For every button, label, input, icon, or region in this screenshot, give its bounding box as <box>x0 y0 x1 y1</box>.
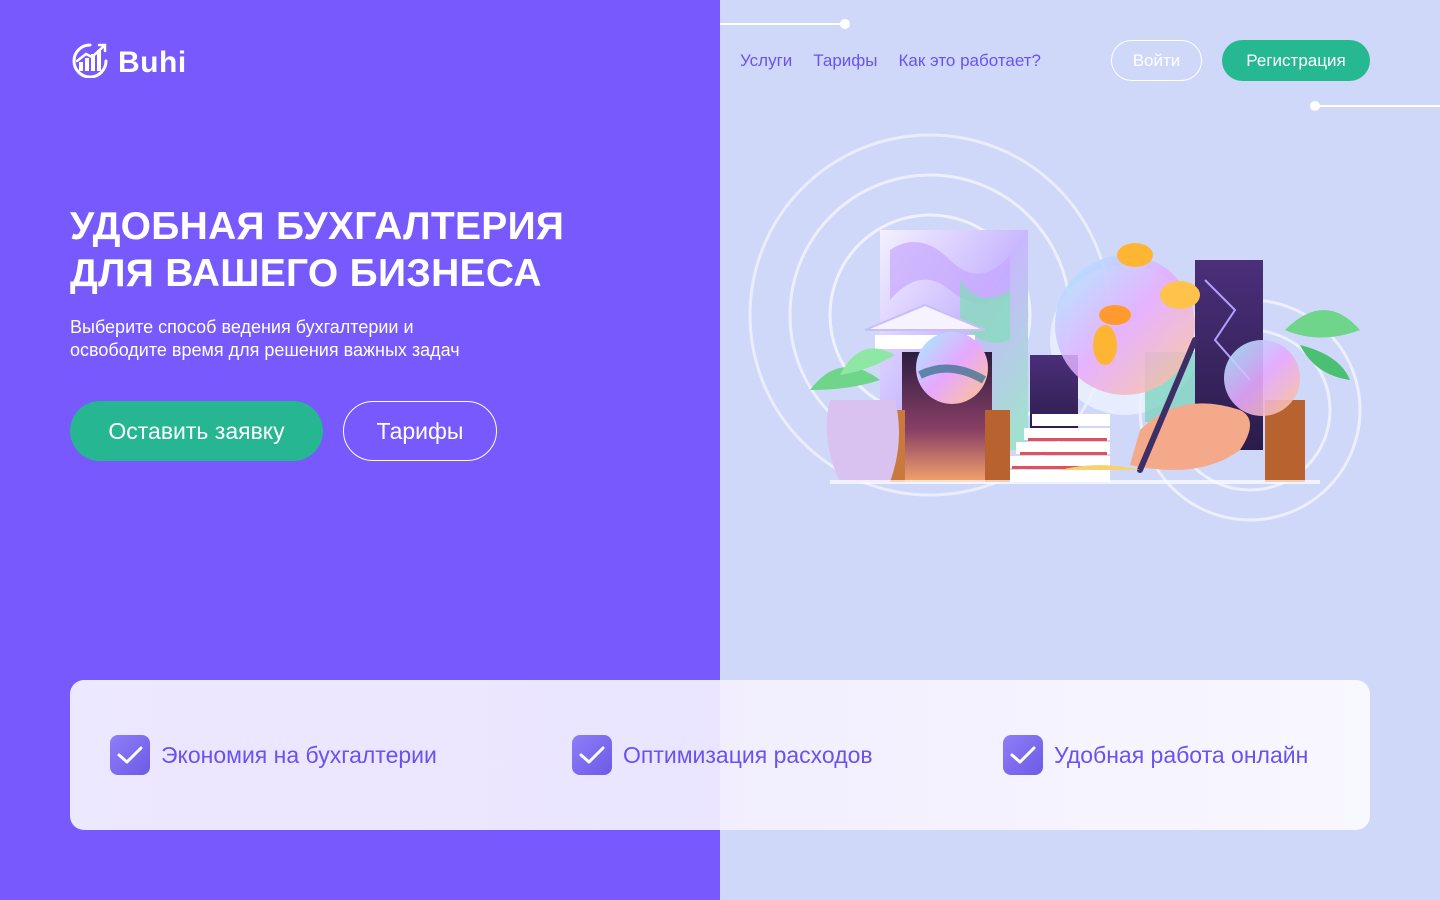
feature-item-cost-optimization: Оптимизация расходов <box>572 735 873 775</box>
tariffs-button[interactable]: Тарифы <box>343 401 497 461</box>
main-nav: Услуги Тарифы Как это работает? <box>740 50 1041 72</box>
feature-label: Экономия на бухгалтерии <box>161 741 437 768</box>
decor-dot-top <box>840 19 850 29</box>
feature-label: Оптимизация расходов <box>623 741 873 768</box>
chart-growth-icon <box>70 42 110 83</box>
feature-label: Удобная работа онлайн <box>1054 741 1309 768</box>
feature-item-online-work: Удобная работа онлайн <box>1003 735 1308 775</box>
checkbox-checked-icon <box>572 735 612 775</box>
hero-subtitle-line-1: Выберите способ ведения бухгалтерии и <box>70 317 414 337</box>
hero-illustration <box>740 130 1380 530</box>
brand-logo[interactable]: Buhi <box>70 42 187 83</box>
features-bar: Экономия на бухгалтерии Оптимизация расх… <box>70 680 1370 830</box>
checkbox-checked-icon <box>110 735 150 775</box>
hero-subtitle: Выберите способ ведения бухгалтерии и ос… <box>70 316 590 362</box>
hero-subtitle-line-2: освободите время для решения важных зада… <box>70 340 460 360</box>
decor-line-right <box>1315 105 1440 107</box>
hero-title-line-2: ДЛЯ ВАШЕГО БИЗНЕСА <box>70 252 542 295</box>
brand-name: Buhi <box>118 45 187 79</box>
nav-item-services[interactable]: Услуги <box>740 50 792 72</box>
feature-item-accounting-savings: Экономия на бухгалтерии <box>110 735 437 775</box>
nav-item-tariffs[interactable]: Тарифы <box>813 50 877 72</box>
request-button[interactable]: Оставить заявку <box>70 401 323 461</box>
nav-item-how-it-works[interactable]: Как это работает? <box>899 50 1042 72</box>
checkbox-checked-icon <box>1003 735 1043 775</box>
hero-title-line-1: УДОБНАЯ БУХГАЛТЕРИЯ <box>70 205 565 248</box>
register-button[interactable]: Регистрация <box>1222 40 1370 81</box>
decor-line-top <box>720 23 844 25</box>
login-button[interactable]: Войти <box>1111 40 1202 81</box>
hero-title: УДОБНАЯ БУХГАЛТЕРИЯ ДЛЯ ВАШЕГО БИЗНЕСА <box>70 203 670 297</box>
